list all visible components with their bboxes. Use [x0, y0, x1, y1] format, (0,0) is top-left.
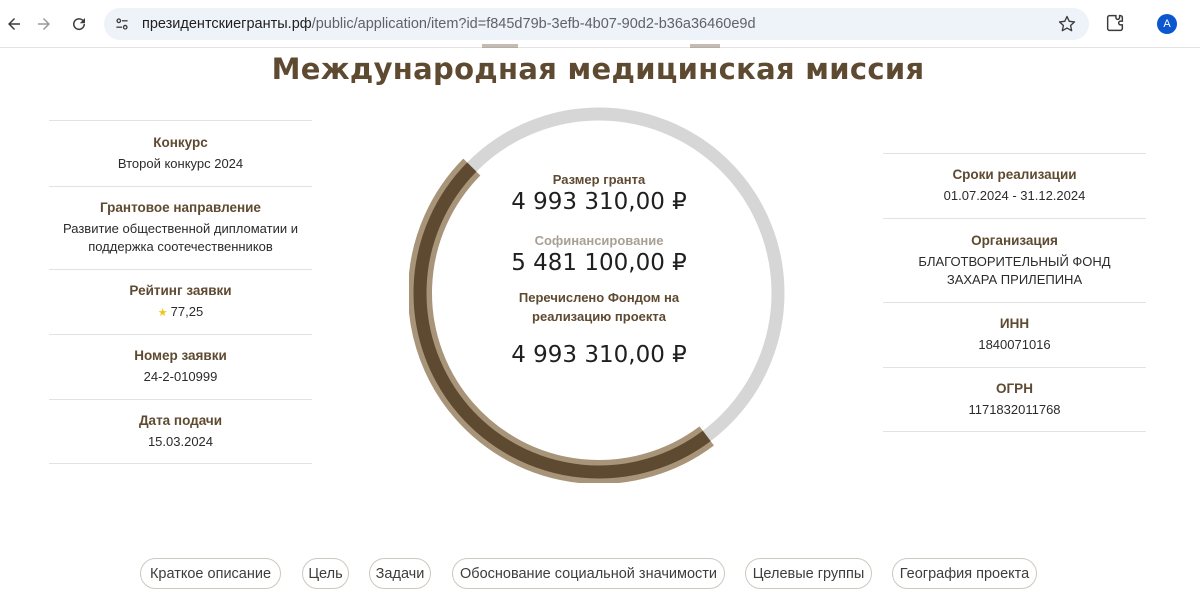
cofinancing-value: 5 481 100,00 ₽	[511, 250, 687, 276]
grant-summary: Размер гранта 4 993 310,00 ₽ Софинансиро…	[471, 170, 727, 368]
grant-size-label: Размер гранта	[552, 172, 646, 187]
star-icon: ★	[157, 306, 168, 319]
info-ogrn: ОГРН 1171832011768	[883, 367, 1146, 432]
right-info-column: Сроки реализации 01.07.2024 - 31.12.2024…	[883, 153, 1146, 432]
info-value: ★ 77,25	[158, 303, 203, 322]
info-label: Организация	[971, 232, 1058, 248]
info-value: 1840071016	[978, 337, 1051, 352]
info-value: 01.07.2024 - 31.12.2024	[943, 188, 1086, 203]
back-icon[interactable]	[0, 10, 28, 38]
info-value: 24-2-010999	[143, 369, 218, 384]
info-organization: Организация БЛАГОТВОРИТЕЛЬНЫЙ ФОНД ЗАХАР…	[883, 218, 1146, 302]
page-title: Международная медицинская миссия	[271, 52, 925, 86]
info-value: 1171832011768	[968, 401, 1061, 417]
site-settings-icon[interactable]	[112, 14, 132, 34]
info-value: Второй конкурс 2024	[117, 155, 244, 171]
extensions-icon[interactable]	[1104, 12, 1128, 36]
forward-icon[interactable]	[30, 10, 58, 38]
info-label: ОГРН	[996, 380, 1033, 396]
url-path: /public/application/item?id=f845d79b-3ef…	[311, 16, 756, 32]
url-host: президентскиегранты.рф	[142, 16, 312, 32]
cut-off-text	[482, 44, 518, 48]
info-grant-direction: Грантовое направление Развитие обществен…	[49, 186, 312, 269]
info-submission-date: Дата подачи 15.03.2024	[49, 399, 312, 464]
left-info-column: Конкурс Второй конкурс 2024 Грантовое на…	[49, 120, 312, 464]
transferred-label: Перечислено Фондом на реализацию проекта	[518, 290, 680, 324]
address-bar[interactable]: президентскиегранты.рф/public/applicatio…	[104, 8, 1089, 40]
tab-tasks[interactable]: Задачи	[369, 558, 431, 589]
info-application-number: Номер заявки 24-2-010999	[49, 334, 312, 399]
reload-icon[interactable]	[65, 10, 93, 38]
tab-target-groups[interactable]: Целевые группы	[745, 558, 872, 589]
info-rating: Рейтинг заявки ★ 77,25	[49, 269, 312, 334]
info-implementation-period: Сроки реализации 01.07.2024 - 31.12.2024	[883, 153, 1146, 218]
cut-off-text	[690, 44, 720, 48]
info-label: Номер заявки	[134, 348, 227, 363]
info-contest: Конкурс Второй конкурс 2024	[49, 120, 312, 186]
grant-size-value: 4 993 310,00 ₽	[511, 189, 687, 215]
info-label: ИНН	[999, 316, 1030, 331]
info-inn: ИНН 1840071016	[883, 302, 1146, 367]
info-label: Конкурс	[153, 134, 208, 150]
info-value: 15.03.2024	[147, 433, 214, 449]
transferred-value: 4 993 310,00 ₽	[511, 342, 687, 368]
tab-project-geography[interactable]: География проекта	[892, 558, 1037, 589]
bookmark-star-icon[interactable]	[1057, 14, 1077, 34]
info-label: Дата подачи	[138, 412, 223, 428]
info-label: Рейтинг заявки	[129, 282, 232, 298]
rating-value: 77,25	[170, 303, 204, 319]
browser-toolbar: президентскиегранты.рф/public/applicatio…	[0, 0, 1200, 48]
info-value: Развитие общественной дипломатии и подде…	[63, 221, 298, 254]
cofinancing-label: Софинансирование	[534, 233, 664, 248]
tab-goal[interactable]: Цель	[302, 558, 349, 589]
url-text[interactable]: президентскиегранты.рф/public/applicatio…	[142, 8, 756, 40]
tab-social-significance[interactable]: Обоснование социальной значимости	[452, 558, 725, 589]
tab-short-description[interactable]: Краткое описание	[140, 558, 281, 589]
info-label: Грантовое направление	[100, 200, 261, 215]
profile-avatar[interactable]: A	[1157, 14, 1177, 34]
info-label: Сроки реализации	[952, 167, 1077, 182]
info-value: БЛАГОТВОРИТЕЛЬНЫЙ ФОНД ЗАХАРА ПРИЛЕПИНА	[918, 253, 1111, 287]
